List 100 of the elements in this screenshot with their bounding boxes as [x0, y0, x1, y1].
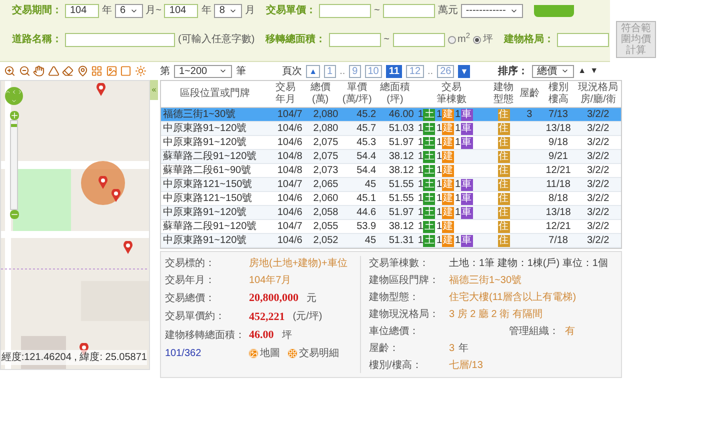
count-text: 1: [418, 206, 424, 220]
table-row[interactable]: 中原東路121~150號 104/7 2,065 45 51.55 1土 1建 1車 住 11/18 3/2/2: [161, 178, 621, 192]
table-cell-text: 3/2/2: [586, 234, 610, 248]
radio-option[interactable]: 坪: [473, 32, 494, 47]
search-button[interactable]: [534, 4, 574, 16]
category-badge: 車: [460, 178, 473, 190]
table-row[interactable]: 中原東路91~120號 104/6 2,052 45 51.31 1土 1建 1車 住 7/18 3/2/2: [161, 234, 621, 248]
sort-select[interactable]: 總價: [532, 64, 574, 78]
next-page-button[interactable]: ▼: [458, 64, 470, 78]
count-text: 1: [418, 192, 424, 206]
category-badge: 建: [442, 178, 454, 190]
detail-label: 交易總價：: [165, 292, 216, 306]
table-cell-text: 51.97: [388, 206, 414, 220]
pan-right-icon[interactable]: [17, 88, 23, 94]
zoom-out-icon[interactable]: [18, 65, 30, 77]
sun-icon[interactable]: [134, 65, 146, 77]
table-cell-text: 中原東路91~120號: [162, 206, 248, 220]
input-field[interactable]: [392, 32, 445, 46]
triangle-icon[interactable]: [48, 65, 59, 77]
map-marker-icon[interactable]: [111, 189, 121, 202]
map-marker-icon[interactable]: [98, 176, 108, 189]
select-field[interactable]: 6: [115, 4, 143, 18]
input-field[interactable]: [557, 32, 610, 46]
column-header: 屋齡: [519, 88, 540, 100]
table-cell-text: 45.3: [356, 136, 376, 150]
range-select[interactable]: 1~200: [174, 64, 232, 78]
pan-down-icon[interactable]: [11, 98, 17, 104]
category-badge: 車: [460, 206, 473, 218]
table-cell-text: 福德三街1~30號: [162, 108, 237, 122]
column-header: 現況格局: [578, 82, 618, 94]
category-badge: 土: [423, 164, 436, 176]
detail-button[interactable]: 交易明細: [288, 346, 339, 360]
input-field[interactable]: [65, 32, 175, 46]
radio-option[interactable]: m$^{2}$: [448, 32, 470, 47]
table-cell-text: 中原東路121~150號: [162, 178, 254, 192]
table-cell-text: 54.4: [356, 164, 376, 178]
category-badge: 建: [442, 234, 454, 246]
count-text: 1: [436, 220, 442, 234]
table-row[interactable]: 中原東路91~120號 104/6 2,080 45.7 51.03 1土 1建 1車 住 13/18 3/2/2: [161, 122, 621, 136]
category-badge: 土: [423, 178, 436, 190]
table-row[interactable]: 蘇華路二段61~90號 104/8 2,073 54.4 38.12 1土 1建 住 12/21 3/2/2: [161, 164, 621, 178]
table-cell-text: 13/18: [544, 122, 572, 136]
input-field[interactable]: [328, 32, 381, 46]
input-field[interactable]: [382, 4, 435, 18]
table-row[interactable]: 中原東路91~120號 104/6 2,075 45.3 51.97 1土 1建 1車 住 9/18 3/2/2: [161, 136, 621, 150]
input-field[interactable]: 104: [65, 4, 99, 18]
table-cell-text: 38.12: [388, 164, 414, 178]
hand-icon[interactable]: [33, 65, 44, 77]
map-marker-icon[interactable]: [123, 241, 133, 254]
table-cell-text: 3/2/2: [586, 206, 610, 220]
input-field[interactable]: [318, 4, 371, 18]
filter-label: 交易期間：: [12, 3, 62, 18]
count-text: 1: [418, 122, 424, 136]
detail-label: 交易標的：: [165, 256, 216, 271]
square-icon[interactable]: [120, 65, 132, 77]
category-badge: 土: [423, 108, 436, 120]
category-badge: 土: [423, 192, 436, 204]
map-marker-icon[interactable]: [96, 83, 106, 96]
table-cell-text: 12/21: [544, 220, 572, 234]
count-text: 1: [455, 234, 461, 248]
input-field[interactable]: 104: [164, 4, 198, 18]
count-text: 1: [436, 234, 442, 248]
table-row[interactable]: 中原東路121~150號 104/6 2,060 45.1 51.55 1土 1建 1車 住 8/18 3/2/2: [161, 192, 621, 206]
filter-text: 年: [102, 4, 112, 18]
count-text: 1: [455, 192, 461, 206]
pan-left-icon[interactable]: [11, 88, 17, 94]
column-header: 房/廳/衛: [580, 94, 616, 106]
select-field[interactable]: ------------: [460, 4, 523, 18]
count-text: 1: [418, 164, 424, 178]
eraser-icon[interactable]: [62, 65, 74, 77]
table-row[interactable]: 蘇華路二段91~120號 104/8 2,075 54.4 38.12 1土 1建 住 9/21 3/2/2: [161, 150, 621, 164]
grid-icon[interactable]: [91, 65, 102, 77]
zoom-in-icon[interactable]: [4, 65, 16, 77]
table-row[interactable]: 中原東路91~120號 104/6 2,058 44.6 51.97 1土 1建 1車 住 13/18 3/2/2: [161, 206, 621, 220]
range-suffix: 筆: [236, 64, 246, 78]
table-row[interactable]: 福德三街1~30號 104/7 2,080 45.2 46.00 1土 1建 1車 住 3 7/13 3/2/2: [161, 108, 621, 122]
page-link[interactable]: 11: [386, 64, 402, 78]
prev-page-button[interactable]: ▲: [306, 64, 320, 78]
count-text: 1: [436, 108, 442, 122]
pan-up-icon[interactable]: [5, 88, 11, 94]
table-cell-text: 104/8: [276, 164, 302, 178]
table-cell-text: 51.55: [388, 178, 414, 192]
table-cell-text: 2,080: [312, 122, 338, 136]
select-field[interactable]: 8: [214, 4, 242, 18]
record-counter: 101/362: [165, 346, 202, 360]
table-cell-text: 7/13: [548, 108, 569, 122]
sort-label: 排序：: [498, 64, 528, 78]
map-button[interactable]: 地圖: [249, 346, 280, 360]
sort-descending-button[interactable]: ▼: [590, 65, 598, 77]
pin-icon[interactable]: [76, 65, 88, 77]
sort-ascending-button[interactable]: ▲: [578, 65, 586, 77]
category-badge: 車: [460, 122, 473, 134]
table-cell-text: 51.55: [388, 192, 414, 206]
zoom-slider-handle[interactable]: [11, 124, 17, 127]
image-icon[interactable]: [106, 65, 117, 77]
count-text: 1: [455, 136, 461, 150]
column-header: 筆棟數: [436, 94, 467, 106]
count-text: 1: [455, 108, 461, 122]
page-label: 頁次: [282, 64, 302, 78]
table-row[interactable]: 蘇華路二段91~120號 104/7 2,055 53.9 38.12 1土 1建 住 12/21 3/2/2: [161, 220, 621, 234]
